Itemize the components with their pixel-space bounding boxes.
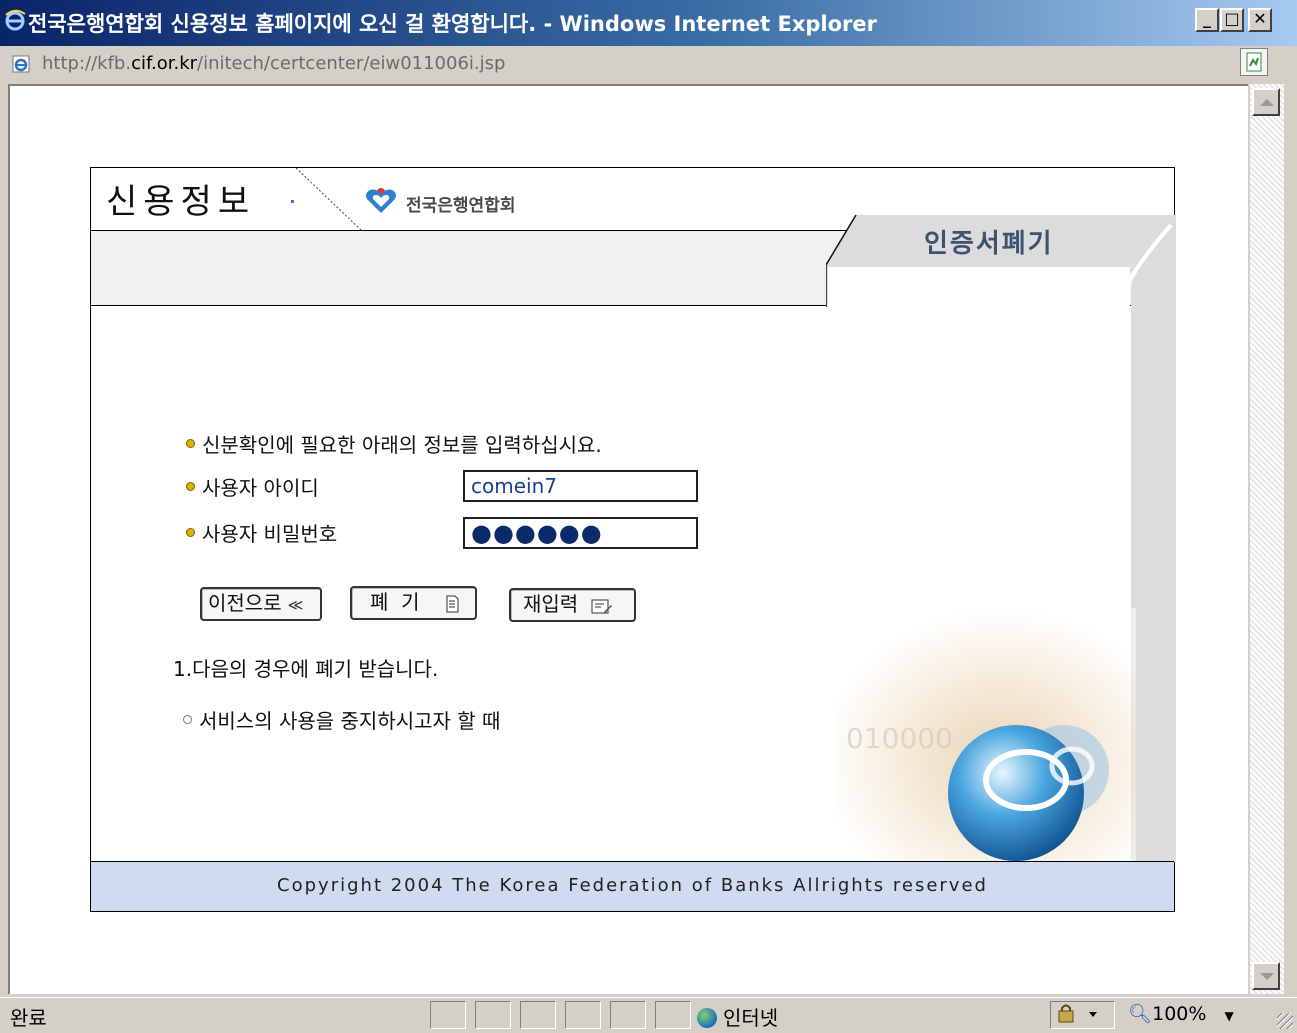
page-icon [12, 55, 30, 73]
hollow-bullet-icon [183, 715, 192, 724]
scroll-up-button[interactable] [1252, 88, 1280, 116]
note-item-line: 서비스의 사용을 중지하시고자 할 때 [183, 705, 500, 734]
password-input[interactable]: ●●●●●● [463, 517, 698, 549]
zoom-control[interactable]: 🔍︎100% ▼ [1128, 1002, 1234, 1025]
title-bar: 전국은행연합회 신용정보 홈페이지에 오신 걸 환영합니다. - Windows… [0, 0, 1297, 46]
logo-text: 전국은행연합회 [406, 196, 516, 216]
address-field[interactable]: http://kfb.cif.or.kr/initech/certcenter/… [8, 49, 1233, 77]
reset-button[interactable]: 재입력 [509, 588, 636, 622]
bullet-icon [186, 528, 195, 537]
status-bar: 완료 인터넷 🔍︎100% ▼ [0, 997, 1297, 1033]
instruction-line: 신분확인에 필요한 아래의 정보를 입력하십시요. [186, 429, 602, 458]
user-id-label: 사용자 아이디 [202, 476, 319, 500]
password-label: 사용자 비밀번호 [202, 522, 338, 546]
url-path: /initech/certcenter/eiw011006i.jsp [197, 53, 506, 74]
status-text: 완료 [10, 1006, 47, 1030]
edit-form-icon [591, 599, 612, 613]
chevron-down-icon: ▼ [1224, 1009, 1234, 1023]
tab-title: 인증서폐기 [924, 229, 1054, 259]
zoom-level: 100% [1152, 1003, 1207, 1025]
password-label-line: 사용자 비밀번호 [186, 518, 337, 547]
refresh-icon [1246, 52, 1262, 72]
footer-band: Copyright 2004 The Korea Federation of B… [91, 861, 1174, 911]
back-button[interactable]: 이전으로 ≪ [200, 587, 322, 621]
status-pane [565, 1001, 601, 1029]
lock-icon [1058, 1004, 1097, 1023]
protected-mode-pane[interactable] [1050, 1001, 1115, 1029]
minimize-button[interactable]: _ [1195, 8, 1219, 32]
revoke-button-label: 폐 기 [370, 590, 420, 614]
back-button-label: 이전으로 [208, 591, 282, 615]
decorative-logo-art: 010000 [836, 608, 1136, 863]
arrow-down-icon [1260, 973, 1274, 980]
copyright-text: Copyright 2004 The Korea Federation of B… [277, 875, 988, 896]
user-id-label-line: 사용자 아이디 [186, 472, 319, 501]
revoke-button[interactable]: 폐 기 [350, 586, 477, 620]
svg-text:010000: 010000 [846, 722, 953, 755]
status-pane [655, 1001, 691, 1029]
document-icon [446, 595, 459, 612]
resize-grip[interactable] [1277, 1013, 1293, 1029]
user-id-input[interactable]: comein7 [463, 470, 698, 502]
content-panel: 신용정보 전국은행연합회 인증서폐기 010000 신분확인에 필요한 아래의 … [90, 167, 1176, 912]
status-pane [520, 1001, 556, 1029]
ie-icon [5, 9, 26, 31]
bullet-icon [186, 439, 195, 448]
globe-icon [697, 1007, 717, 1028]
double-chevron-left-icon: ≪ [287, 595, 304, 614]
zoom-icon: 🔍︎ [1128, 1003, 1153, 1025]
status-pane [430, 1001, 466, 1029]
vertical-scrollbar[interactable] [1250, 84, 1284, 994]
address-bar: http://kfb.cif.or.kr/initech/certcenter/… [0, 46, 1297, 82]
window-title: 전국은행연합회 신용정보 홈페이지에 오신 걸 환영합니다. - Windows… [28, 12, 877, 36]
kfb-logo-icon [366, 188, 396, 213]
status-pane [610, 1001, 646, 1029]
zone-label: 인터넷 [723, 1006, 779, 1030]
security-zone[interactable]: 인터넷 [697, 1002, 778, 1031]
refresh-button[interactable] [1240, 48, 1268, 76]
url-host: cif.or.kr [131, 53, 198, 74]
scroll-down-button[interactable] [1252, 962, 1280, 990]
instruction-text: 신분확인에 필요한 아래의 정보를 입력하십시요. [202, 433, 602, 457]
address-url[interactable]: http://kfb.cif.or.kr/initech/certcenter/… [42, 53, 505, 74]
maximize-button[interactable]: □ [1220, 8, 1244, 32]
arrow-up-icon [1260, 99, 1274, 106]
brand-title: 신용정보 [106, 182, 256, 222]
status-pane [475, 1001, 511, 1029]
bullet-icon [186, 482, 195, 491]
url-prefix: http://kfb. [42, 53, 132, 74]
reset-button-label: 재입력 [523, 592, 579, 616]
close-button[interactable]: ✕ [1248, 8, 1272, 32]
decorative-divider [296, 168, 362, 230]
note-item-text: 서비스의 사용을 중지하시고자 할 때 [199, 709, 501, 733]
note-title: 1.다음의 경우에 폐기 받습니다. [173, 657, 439, 681]
brand-dot [291, 200, 294, 203]
